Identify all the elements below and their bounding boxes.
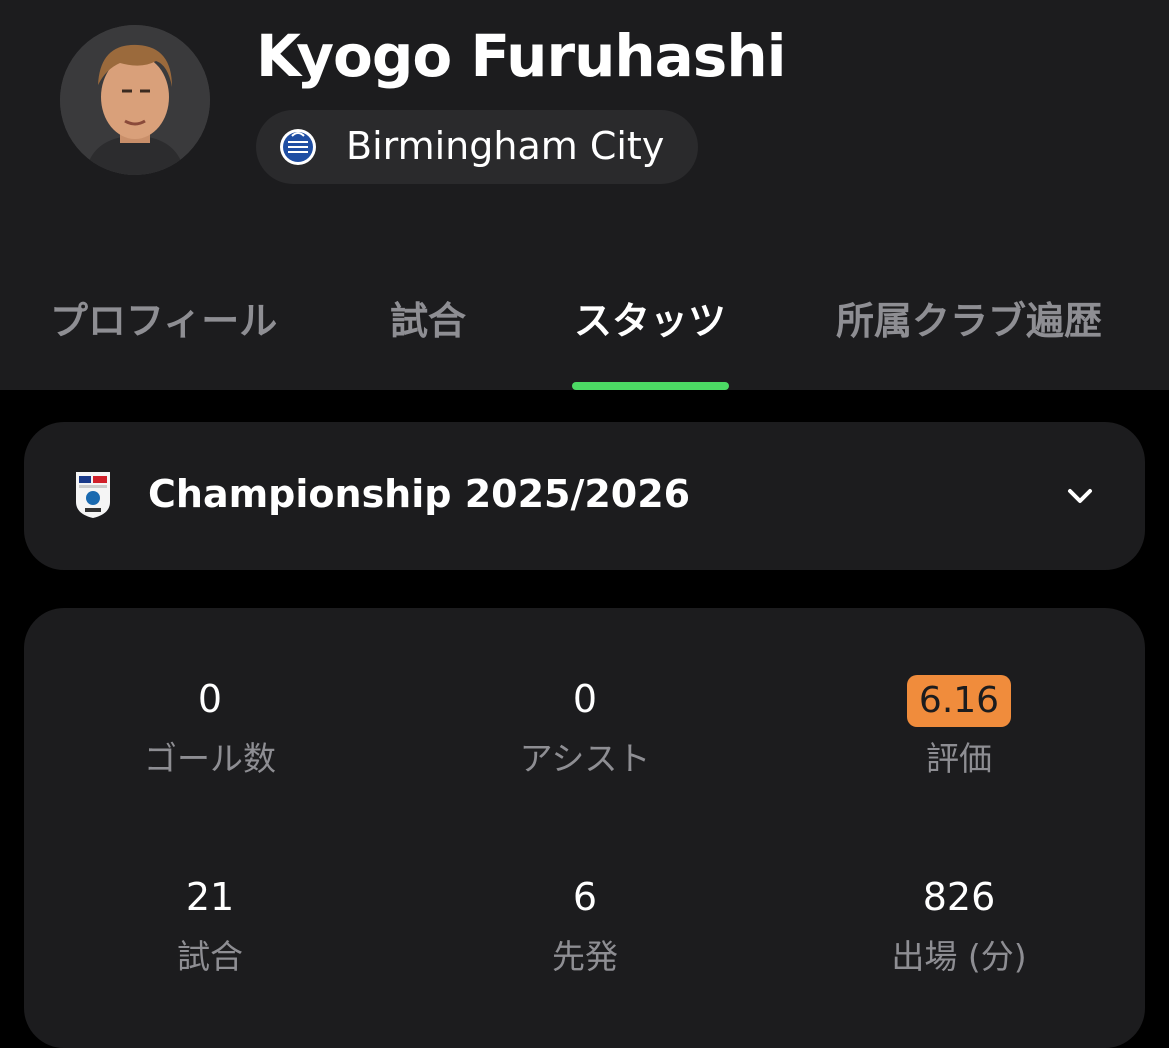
stat-label: 試合 — [177, 937, 243, 976]
stat-label: ゴール数 — [144, 739, 276, 778]
stat-label: 評価 — [926, 739, 992, 778]
club-crest-icon — [280, 129, 316, 165]
active-tab-indicator — [572, 382, 729, 390]
league-name: Championship 2025/2026 — [148, 472, 691, 516]
stat-value: 21 — [185, 875, 235, 919]
stat-value: 0 — [197, 677, 223, 721]
tab-profile[interactable]: プロフィール — [50, 290, 277, 345]
stat-value: 6 — [572, 875, 598, 919]
stat-label: アシスト — [519, 739, 651, 778]
player-avatar — [60, 25, 210, 175]
tab-stats[interactable]: スタッツ — [574, 290, 726, 345]
tab-career[interactable]: 所属クラブ遍歴 — [836, 290, 1102, 345]
league-logo-icon — [76, 472, 110, 518]
stat-goals: 0 ゴール数 — [40, 672, 380, 780]
stat-value: 0 — [572, 677, 598, 721]
club-name: Birmingham City — [346, 124, 665, 168]
stat-appearances: 21 試合 — [40, 870, 380, 978]
league-selector[interactable]: Championship 2025/2026 — [24, 422, 1145, 570]
stat-label: 出場 (分) — [891, 937, 1027, 976]
chevron-down-icon[interactable] — [1064, 484, 1096, 508]
stat-starts: 6 先発 — [415, 870, 755, 978]
club-link[interactable]: Birmingham City — [256, 110, 698, 184]
tab-bar: プロフィール 試合 スタッツ 所属クラブ遍歴 — [0, 280, 1169, 390]
stat-minutes: 826 出場 (分) — [789, 870, 1129, 978]
stat-assists: 0 アシスト — [415, 672, 755, 780]
stat-value: 826 — [922, 875, 996, 919]
player-header: Kyogo Furuhashi Birmingham City プロフィール 試… — [0, 0, 1169, 390]
player-name: Kyogo Furuhashi — [256, 22, 786, 90]
tab-matches[interactable]: 試合 — [390, 290, 466, 345]
stat-label: 先発 — [552, 937, 618, 976]
player-photo-icon — [60, 25, 210, 175]
rating-badge: 6.16 — [906, 675, 1012, 727]
stats-card: 0 ゴール数 0 アシスト 6.16 評価 21 試合 6 先発 826 出場 … — [24, 608, 1145, 1048]
stat-rating: 6.16 評価 — [789, 672, 1129, 780]
